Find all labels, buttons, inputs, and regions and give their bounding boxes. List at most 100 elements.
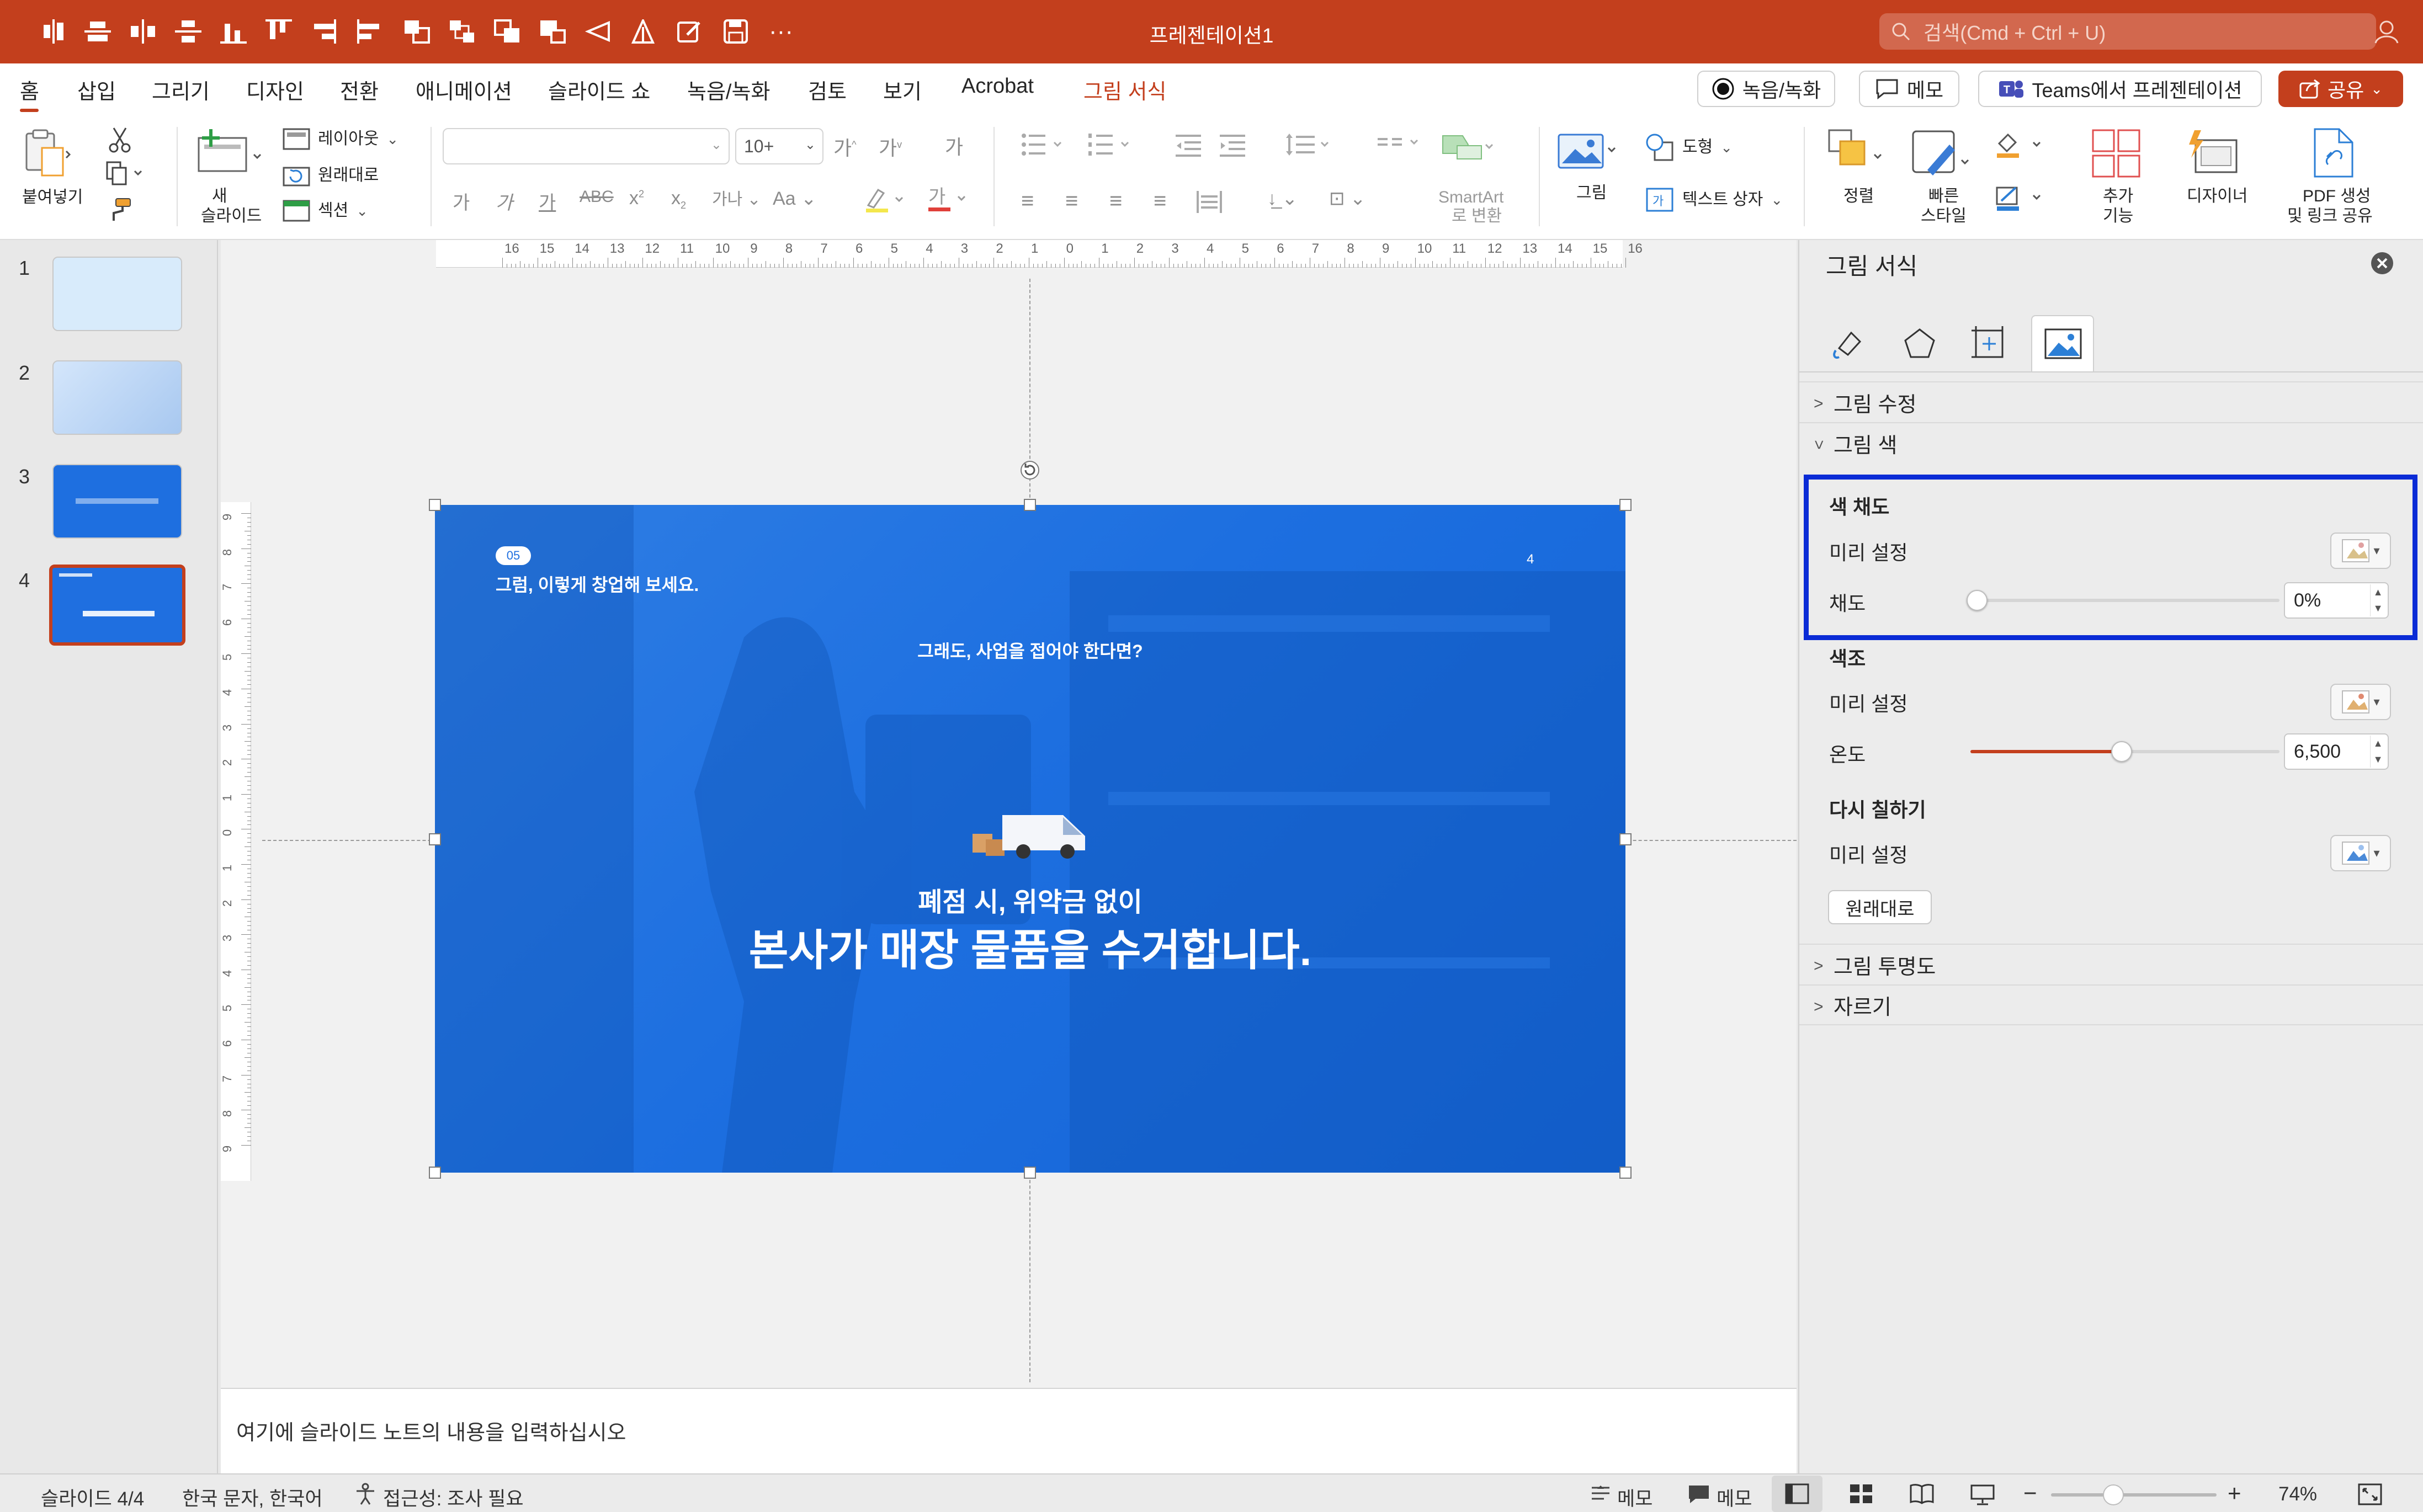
picture-color-section[interactable]: > 그림 색 — [1799, 422, 2423, 463]
close-icon[interactable] — [2370, 251, 2394, 275]
slide-thumbnail-1[interactable] — [52, 257, 182, 331]
smartart-icon[interactable] — [1441, 130, 1496, 161]
tone-preset-button[interactable]: ▾ — [2330, 684, 2391, 720]
fill-line-tab-icon[interactable] — [1828, 323, 1870, 365]
fill-color-icon[interactable] — [1994, 131, 2049, 162]
slide-thumbnail-3[interactable] — [52, 464, 182, 539]
resize-handle-left[interactable] — [429, 833, 441, 845]
effects-tab-icon[interactable] — [1899, 323, 1941, 365]
edit-icon[interactable] — [674, 17, 704, 46]
saturation-slider-track[interactable] — [1970, 599, 2279, 602]
superscript-icon[interactable]: x2 — [629, 188, 644, 209]
tab-transitions[interactable]: 전환 — [340, 74, 379, 105]
format-painter-icon[interactable] — [108, 198, 132, 222]
tab-home[interactable]: 홈 — [20, 74, 39, 105]
record-button[interactable]: 녹음/녹화 — [1697, 71, 1835, 107]
normal-view-button[interactable] — [1772, 1476, 1822, 1512]
pdf-icon[interactable] — [2312, 128, 2356, 178]
spinner-arrows-icon[interactable]: ▲ ▼ — [2370, 584, 2385, 616]
account-icon[interactable] — [2372, 17, 2401, 45]
tab-record[interactable]: 녹음/녹화 — [687, 74, 770, 105]
align-text-vertical-icon[interactable]: ⊡ ⌄ — [1329, 188, 1365, 210]
cut-icon[interactable] — [108, 127, 131, 153]
font-size-dropdown[interactable]: 10+ ⌄ — [735, 128, 823, 164]
picture-icon[interactable] — [1558, 132, 1618, 171]
tab-insert[interactable]: 삽입 — [77, 74, 116, 105]
bold-icon[interactable]: 가 — [453, 188, 470, 215]
justify-icon[interactable]: ≡ — [1154, 189, 1166, 214]
align-bottom-icon[interactable] — [219, 17, 248, 46]
paste-icon[interactable] — [23, 128, 72, 179]
zoom-in-icon[interactable]: + — [2228, 1480, 2241, 1506]
send-backward-icon[interactable] — [492, 17, 522, 46]
temperature-spinner[interactable]: 6,500 ▲ ▼ — [2284, 733, 2389, 770]
copy-icon[interactable] — [106, 161, 145, 185]
highlight-icon[interactable] — [864, 187, 908, 214]
flip-icon[interactable] — [583, 17, 613, 46]
align-center-icon[interactable] — [39, 17, 68, 46]
underline-icon[interactable]: 가 — [539, 188, 556, 215]
send-to-back-icon[interactable] — [538, 17, 567, 46]
distribute-vertical-icon[interactable] — [173, 17, 203, 46]
memo-button[interactable]: 메모 — [1859, 71, 1959, 107]
slide-thumbnail-4[interactable] — [49, 565, 185, 646]
tab-picture-format[interactable]: 그림 서식 — [1083, 74, 1166, 105]
slideshow-view-icon[interactable] — [1970, 1483, 1995, 1505]
notes-toggle-label[interactable]: 메모 — [1617, 1483, 1652, 1511]
align-top-icon[interactable] — [264, 17, 294, 46]
slide-4-picture[interactable]: 05 그럼, 이렇게 창업해 보세요. 4 그래도, 사업을 접어야 한다면? … — [435, 505, 1625, 1173]
language-status[interactable]: 한국 문자, 한국어 — [182, 1483, 323, 1511]
strikethrough-icon[interactable]: ABC — [580, 188, 614, 206]
tab-acrobat[interactable]: Acrobat — [961, 74, 1034, 98]
tab-view[interactable]: 보기 — [883, 74, 922, 105]
change-case-icon[interactable]: Aa ⌄ — [773, 188, 817, 210]
align-middle-icon[interactable] — [83, 17, 113, 46]
resize-handle-top[interactable] — [1024, 499, 1036, 511]
tab-slideshow[interactable]: 슬라이드 쇼 — [548, 74, 650, 105]
notes-toggle-icon[interactable] — [1590, 1484, 1612, 1504]
columns-icon[interactable] — [1378, 134, 1427, 156]
character-spacing-icon[interactable]: 가나 ⌄ — [712, 185, 761, 210]
slide-thumbnail-2[interactable] — [52, 360, 182, 435]
save-icon[interactable] — [721, 17, 751, 46]
accessibility-status[interactable]: 접근성: 조사 필요 — [383, 1483, 524, 1511]
quick-styles-icon[interactable] — [1911, 128, 1972, 181]
bullets-icon[interactable] — [1021, 132, 1071, 157]
slide-sorter-icon[interactable] — [1849, 1483, 1873, 1504]
picture-transparency-section[interactable]: > 그림 투명도 — [1799, 944, 2423, 984]
group-icon[interactable] — [447, 17, 477, 46]
increase-indent-icon[interactable] — [1220, 135, 1245, 157]
font-color-icon[interactable]: 가 — [926, 185, 970, 214]
recolor-preset-button[interactable]: ▾ — [2330, 835, 2391, 871]
size-properties-tab-icon[interactable] — [1968, 323, 2010, 365]
zoom-slider-track[interactable] — [2051, 1493, 2217, 1497]
tab-review[interactable]: 검토 — [808, 74, 847, 105]
italic-icon[interactable]: 가 — [496, 188, 513, 215]
temperature-slider-thumb[interactable] — [2111, 741, 2133, 762]
subscript-icon[interactable]: x2 — [671, 188, 686, 211]
addins-icon[interactable] — [2092, 129, 2142, 179]
layout-button[interactable]: 레이아웃 ⌄ — [283, 128, 398, 150]
crop-section[interactable]: > 자르기 — [1799, 984, 2423, 1025]
rotate-icon[interactable] — [628, 17, 658, 46]
align-text-right-icon[interactable]: ≡ — [1109, 189, 1122, 214]
picture-corrections-section[interactable]: > 그림 수정 — [1799, 381, 2423, 422]
saturation-slider-thumb[interactable] — [1967, 590, 1988, 611]
designer-icon[interactable] — [2187, 129, 2240, 175]
picture-tab[interactable] — [2031, 315, 2094, 372]
comments-icon[interactable] — [1688, 1484, 1710, 1504]
comments-label[interactable]: 메모 — [1717, 1483, 1752, 1511]
reset-button[interactable]: 원래대로 — [283, 164, 379, 187]
shapes-button[interactable]: 도형 ⌄ — [1645, 132, 1733, 162]
resize-handle-right[interactable] — [1619, 833, 1632, 845]
search-box[interactable]: 검색(Cmd + Ctrl + U) — [1879, 13, 2376, 50]
text-direction-icon[interactable]: ↓̲ ⌄ — [1267, 188, 1298, 210]
spinner-arrows-icon[interactable]: ▲ ▼ — [2370, 736, 2385, 768]
share-button[interactable]: 공유 ⌄ — [2278, 71, 2403, 107]
align-left-icon[interactable] — [354, 17, 384, 46]
distribute-horizontal-icon[interactable] — [128, 17, 158, 46]
zoom-out-icon[interactable]: − — [2023, 1480, 2037, 1506]
tab-draw[interactable]: 그리기 — [152, 74, 210, 105]
line-spacing-icon[interactable] — [1286, 132, 1336, 157]
decrease-indent-icon[interactable] — [1176, 135, 1201, 157]
